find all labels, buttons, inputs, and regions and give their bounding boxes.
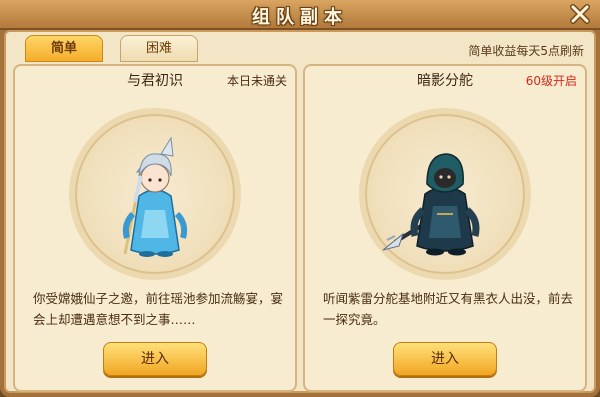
title-bar: 组队副本: [0, 0, 600, 30]
refresh-note: 简单收益每天5点刷新: [468, 44, 584, 58]
enter-button[interactable]: 进入: [103, 342, 207, 376]
level-requirement: 60级开启: [525, 74, 577, 88]
dungeon-description: 听闻紫雷分舵基地附近又有黑衣人出没，前去一探究竟。: [323, 291, 574, 327]
dungeon-card-2: 暗影分舵 60级开启 听闻紫雷分舵基地附近又有黑衣人出没，前去一探究竟。 进入: [303, 64, 587, 392]
dungeon-description: 你受嫦娥仙子之邀，前往瑶池参加流觞宴，宴会上却遭遇意想不到之事……: [33, 291, 284, 327]
portrait-frame: [359, 108, 531, 280]
portrait-frame: [69, 108, 241, 280]
close-icon: [570, 4, 590, 24]
tab-hard[interactable]: 困难: [120, 35, 198, 62]
tab-easy[interactable]: 简单: [25, 35, 103, 62]
team-dungeon-window: 组队副本 简单 困难 简单收益每天5点刷新 与君初识 本日未通关 你受嫦娥仙子之…: [0, 0, 600, 397]
enter-button[interactable]: 进入: [393, 342, 497, 376]
fairy-character-icon: [122, 136, 188, 257]
window-title: 组队副本: [252, 7, 348, 28]
dungeon-card-1: 与君初识 本日未通关 你受嫦娥仙子之邀，前往瑶池参加流觞宴，宴会上却遭遇意想不到…: [13, 64, 297, 392]
content-area: 简单 困难 简单收益每天5点刷新 与君初识 本日未通关 你受嫦娥仙子之邀，前往瑶…: [4, 30, 596, 393]
close-button[interactable]: [564, 0, 596, 28]
dungeon-status: 本日未通关: [226, 74, 287, 88]
shadow-warrior-icon: [382, 153, 480, 256]
